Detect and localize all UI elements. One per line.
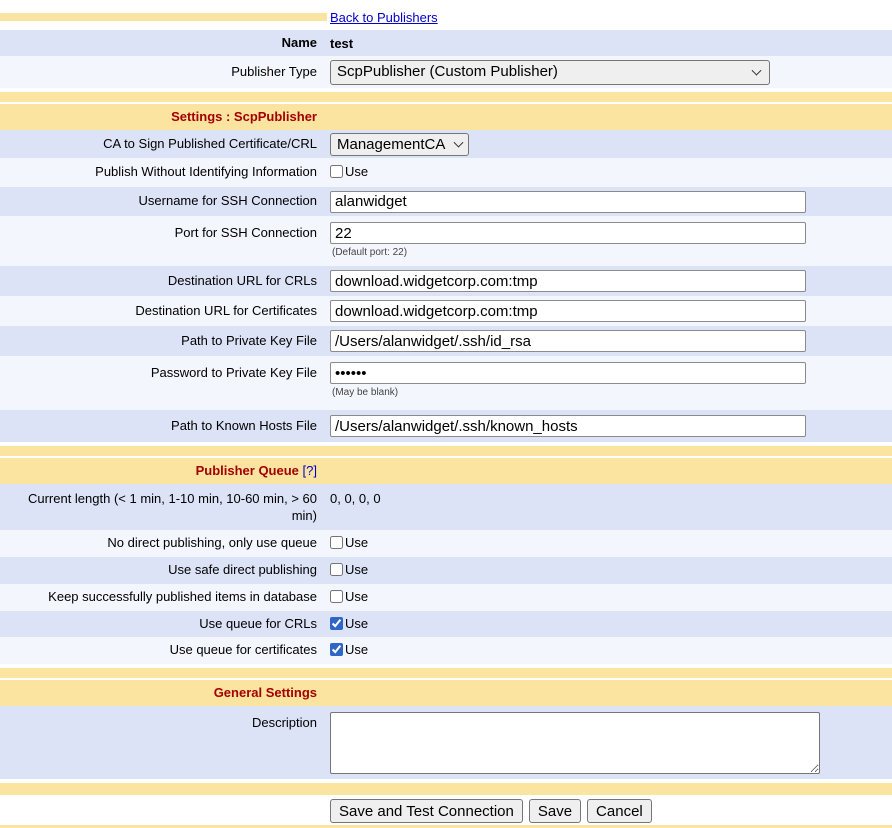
queue-crls-checkbox-group: Use: [330, 616, 368, 631]
key-path-label: Path to Private Key File: [0, 329, 327, 354]
queue-help-link[interactable]: [?]: [303, 463, 317, 478]
cert-url-row: Destination URL for Certificates: [0, 296, 892, 326]
queue-length-row: Current length (< 1 min, 1-10 min, 10-60…: [0, 484, 892, 530]
key-path-row: Path to Private Key File: [0, 326, 892, 356]
queue-only-checkbox[interactable]: [330, 536, 343, 549]
section-separator: [0, 92, 892, 102]
port-row: Port for SSH Connection (Default port: 2…: [0, 216, 892, 266]
cancel-button[interactable]: Cancel: [587, 799, 652, 823]
port-label: Port for SSH Connection: [0, 216, 327, 246]
key-path-input[interactable]: [330, 330, 806, 352]
key-password-row: Password to Private Key File (May be bla…: [0, 356, 892, 410]
safe-direct-label: Use safe direct publishing: [0, 558, 327, 583]
key-password-note: (May be blank): [330, 387, 884, 398]
publisher-edit-page: Back to Publishers Name test Publisher T…: [0, 0, 892, 828]
username-row: Username for SSH Connection: [0, 187, 892, 216]
settings-section-title: Settings : ScpPublisher: [0, 105, 327, 130]
publisher-type-label: Publisher Type: [0, 60, 327, 85]
safe-direct-row: Use safe direct publishing Use: [0, 557, 892, 584]
anonymize-checkbox[interactable]: [330, 165, 343, 178]
queue-only-row: No direct publishing, only use queue Use: [0, 530, 892, 557]
publisher-type-select[interactable]: ScpPublisher (Custom Publisher): [330, 60, 770, 85]
queue-crls-row: Use queue for CRLs Use: [0, 611, 892, 637]
queue-certs-checkbox-group: Use: [330, 642, 368, 657]
header-row: Back to Publishers: [0, 4, 892, 30]
queue-section-title: Publisher Queue: [196, 463, 299, 478]
queue-certs-checkbox-label: Use: [345, 642, 368, 657]
crl-url-row: Destination URL for CRLs: [0, 266, 892, 296]
header-left-band: [0, 13, 327, 21]
key-password-input[interactable]: [330, 362, 806, 384]
publisher-type-row: Publisher Type ScpPublisher (Custom Publ…: [0, 56, 892, 88]
cert-url-input[interactable]: [330, 300, 806, 322]
queue-only-label: No direct publishing, only use queue: [0, 531, 327, 556]
save-and-test-connection-button[interactable]: Save and Test Connection: [330, 799, 523, 823]
anonymize-label: Publish Without Identifying Information: [0, 160, 327, 185]
queue-only-checkbox-label: Use: [345, 535, 368, 550]
save-button[interactable]: Save: [529, 799, 581, 823]
name-value: test: [327, 34, 892, 53]
settings-section-header: Settings : ScpPublisher: [0, 104, 892, 130]
ca-row: CA to Sign Published Certificate/CRL Man…: [0, 130, 892, 158]
queue-section-header: Publisher Queue [?]: [0, 458, 892, 484]
keep-published-checkbox-label: Use: [345, 589, 368, 604]
section-separator: [0, 446, 892, 456]
anonymize-checkbox-group: Use: [330, 164, 368, 179]
description-label: Description: [0, 706, 327, 736]
queue-crls-label: Use queue for CRLs: [0, 612, 327, 637]
queue-crls-checkbox[interactable]: [330, 617, 343, 630]
keep-published-row: Keep successfully published items in dat…: [0, 584, 892, 611]
known-hosts-row: Path to Known Hosts File: [0, 410, 892, 442]
keep-published-checkbox[interactable]: [330, 590, 343, 603]
safe-direct-checkbox[interactable]: [330, 563, 343, 576]
queue-certs-row: Use queue for certificates Use: [0, 637, 892, 664]
general-section-title: General Settings: [0, 681, 327, 706]
username-input[interactable]: [330, 191, 806, 213]
username-label: Username for SSH Connection: [0, 189, 327, 214]
cert-url-label: Destination URL for Certificates: [0, 299, 327, 324]
section-separator: [0, 668, 892, 678]
safe-direct-checkbox-label: Use: [345, 562, 368, 577]
known-hosts-input[interactable]: [330, 415, 806, 437]
name-row: Name test: [0, 30, 892, 56]
safe-direct-checkbox-group: Use: [330, 562, 368, 577]
anonymize-checkbox-label: Use: [345, 164, 368, 179]
port-default-note: (Default port: 22): [330, 247, 884, 258]
crl-url-label: Destination URL for CRLs: [0, 269, 327, 294]
queue-only-checkbox-group: Use: [330, 535, 368, 550]
description-row: Description: [0, 706, 892, 779]
queue-certs-checkbox[interactable]: [330, 643, 343, 656]
crl-url-input[interactable]: [330, 270, 806, 292]
queue-length-label: Current length (< 1 min, 1-10 min, 10-60…: [0, 484, 327, 529]
keep-published-label: Keep successfully published items in dat…: [0, 585, 327, 610]
queue-crls-checkbox-label: Use: [345, 616, 368, 631]
key-password-label: Password to Private Key File: [0, 356, 327, 386]
ca-select[interactable]: ManagementCA: [330, 133, 469, 156]
known-hosts-label: Path to Known Hosts File: [0, 414, 327, 439]
queue-length-value: 0, 0, 0, 0: [327, 484, 892, 508]
port-input[interactable]: [330, 222, 806, 244]
back-to-publishers-link[interactable]: Back to Publishers: [330, 10, 438, 25]
keep-published-checkbox-group: Use: [330, 589, 368, 604]
ca-label: CA to Sign Published Certificate/CRL: [0, 132, 327, 157]
section-separator: [0, 783, 892, 795]
name-label: Name: [0, 31, 327, 56]
general-section-header: General Settings: [0, 680, 892, 706]
queue-certs-label: Use queue for certificates: [0, 638, 327, 663]
anonymize-row: Publish Without Identifying Information …: [0, 158, 892, 187]
description-textarea[interactable]: [330, 712, 820, 774]
